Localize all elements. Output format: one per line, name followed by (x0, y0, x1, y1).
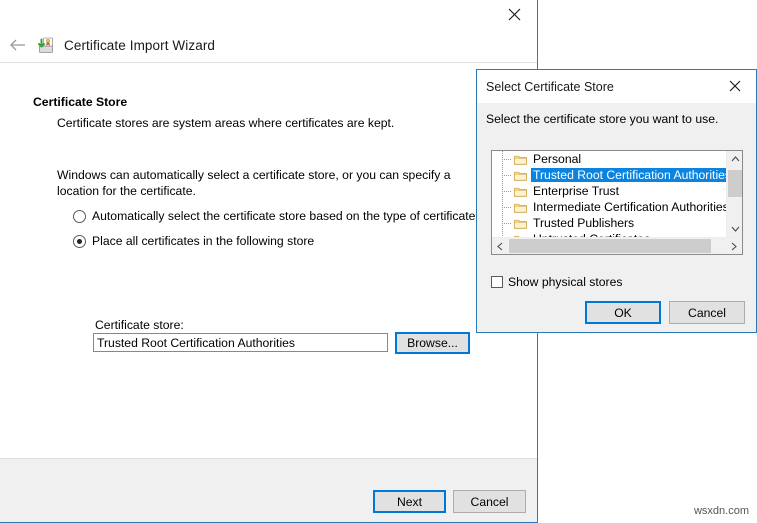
radio-indicator (73, 210, 86, 223)
page-subtitle: Certificate stores are system areas wher… (57, 116, 394, 130)
certificate-import-icon (36, 35, 56, 55)
dialog-title: Select Certificate Store (486, 80, 614, 94)
back-arrow-icon[interactable] (0, 28, 36, 62)
list-item[interactable]: Enterprise Trust (492, 183, 726, 199)
certificate-store-tree-viewport: Personal Trusted Root Certification Auth… (492, 151, 726, 237)
list-item-label: Trusted Publishers (531, 216, 636, 230)
close-icon[interactable] (492, 0, 537, 28)
radio-indicator-selected (73, 235, 86, 248)
certificate-store-label: Certificate store: (95, 318, 184, 332)
chevron-down-icon[interactable] (727, 221, 743, 237)
vertical-scrollbar[interactable] (726, 151, 742, 237)
tree-line-icon (500, 151, 514, 167)
folder-icon (514, 154, 527, 165)
show-physical-stores-checkbox[interactable]: Show physical stores (491, 275, 622, 289)
certificate-store-tree[interactable]: Personal Trusted Root Certification Auth… (491, 150, 743, 255)
list-item-label: Intermediate Certification Authorities (531, 200, 726, 214)
browse-button[interactable]: Browse... (395, 332, 470, 354)
list-item[interactable]: Personal (492, 151, 726, 167)
select-certificate-store-dialog: Select Certificate Store Select the cert… (476, 69, 757, 333)
dialog-title-bar: Select Certificate Store (477, 70, 756, 103)
list-item-label: Trusted Root Certification Authorities (531, 168, 726, 182)
cancel-button[interactable]: Cancel (453, 490, 526, 513)
vertical-scrollbar-thumb[interactable] (728, 170, 742, 197)
wizard-footer: Next Cancel (0, 458, 537, 522)
page-title: Certificate Store (33, 95, 127, 109)
wizard-content-area: Certificate Store Certificate stores are… (0, 62, 537, 459)
chevron-left-icon[interactable] (492, 238, 508, 254)
wizard-nav-bar: Certificate Import Wizard (0, 28, 537, 62)
intro-text: Windows can automatically select a certi… (57, 167, 472, 199)
tree-line-icon (500, 167, 514, 183)
wizard-title: Certificate Import Wizard (64, 38, 215, 53)
folder-icon (514, 186, 527, 197)
list-item[interactable]: Intermediate Certification Authorities (492, 199, 726, 215)
radio-auto-select-store[interactable]: Automatically select the certificate sto… (73, 209, 475, 223)
close-icon[interactable] (714, 70, 756, 102)
tree-line-icon (500, 215, 514, 231)
certificate-import-wizard-window: Certificate Import Wizard Certificate St… (0, 0, 538, 523)
chevron-right-icon[interactable] (726, 238, 742, 254)
chevron-up-icon[interactable] (727, 151, 743, 167)
horizontal-scrollbar-thumb[interactable] (509, 239, 711, 253)
cancel-button[interactable]: Cancel (669, 301, 745, 324)
list-item-label: Personal (531, 152, 583, 166)
wizard-title-bar (0, 0, 537, 28)
folder-icon (514, 218, 527, 229)
list-item-label: Enterprise Trust (531, 184, 621, 198)
radio-place-all-in-store[interactable]: Place all certificates in the following … (73, 234, 314, 248)
horizontal-scrollbar[interactable] (492, 237, 742, 254)
folder-icon (514, 170, 527, 181)
radio-place-all-in-store-label: Place all certificates in the following … (92, 234, 314, 248)
watermark: wsxdn.com (694, 505, 749, 517)
next-button[interactable]: Next (373, 490, 446, 513)
ok-button[interactable]: OK (585, 301, 661, 324)
tree-line-icon (500, 183, 514, 199)
checkbox-indicator (491, 276, 503, 288)
list-item[interactable]: Trusted Publishers (492, 215, 726, 231)
dialog-instruction-text: Select the certificate store you want to… (486, 112, 718, 126)
list-item-selected[interactable]: Trusted Root Certification Authorities (492, 167, 726, 183)
tree-line-icon (500, 199, 514, 215)
radio-auto-select-store-label: Automatically select the certificate sto… (92, 209, 475, 223)
show-physical-stores-label: Show physical stores (508, 275, 622, 289)
folder-icon (514, 202, 527, 213)
certificate-store-input[interactable] (93, 333, 388, 352)
